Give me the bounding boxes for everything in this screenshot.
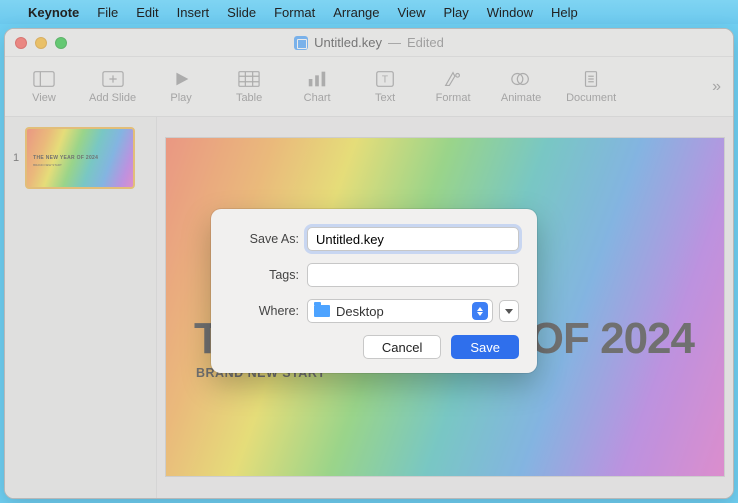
- toolbar-overflow-button[interactable]: »: [712, 78, 721, 96]
- document-name: Untitled.key: [314, 35, 382, 50]
- menu-play[interactable]: Play: [443, 5, 468, 20]
- format-icon: [442, 70, 464, 88]
- menu-slide[interactable]: Slide: [227, 5, 256, 20]
- menu-file[interactable]: File: [97, 5, 118, 20]
- toolbar-table-label: Table: [236, 92, 262, 104]
- menu-edit[interactable]: Edit: [136, 5, 158, 20]
- title-bar: Untitled.key — Edited: [5, 29, 733, 57]
- toolbar-text-label: Text: [375, 92, 395, 104]
- save-dialog: Save As: Tags: Where: Desktop Cancel Sav…: [211, 209, 537, 373]
- thumb-title: THE NEW YEAR OF 2024: [33, 155, 98, 161]
- toolbar-format-label: Format: [436, 92, 471, 104]
- window-controls: [15, 37, 67, 49]
- menu-bar: Keynote File Edit Insert Slide Format Ar…: [0, 0, 738, 24]
- menu-insert[interactable]: Insert: [177, 5, 210, 20]
- svg-text:T: T: [382, 74, 388, 85]
- chart-icon: [306, 70, 328, 88]
- slide-number: 1: [13, 152, 19, 164]
- where-value: Desktop: [336, 304, 384, 319]
- tags-input[interactable]: [307, 263, 519, 287]
- toolbar-view-label: View: [32, 92, 56, 104]
- menu-format[interactable]: Format: [274, 5, 315, 20]
- popup-arrows-icon: [472, 302, 488, 320]
- toolbar-chart[interactable]: Chart: [294, 70, 340, 104]
- cancel-button[interactable]: Cancel: [363, 335, 441, 359]
- toolbar-text[interactable]: T Text: [362, 70, 408, 104]
- menu-help[interactable]: Help: [551, 5, 578, 20]
- toolbar-document-label: Document: [566, 92, 616, 104]
- app-menu[interactable]: Keynote: [28, 5, 79, 20]
- toolbar-add-slide-label: Add Slide: [89, 92, 136, 104]
- thumb-subtitle: BRAND NEW START: [33, 163, 62, 167]
- toolbar-view[interactable]: View: [21, 70, 67, 104]
- toolbar-animate[interactable]: Animate: [498, 70, 544, 104]
- toolbar-chart-label: Chart: [304, 92, 331, 104]
- toolbar-add-slide[interactable]: Add Slide: [89, 70, 136, 104]
- toolbar-document[interactable]: Document: [566, 70, 616, 104]
- document-proxy-icon[interactable]: [294, 36, 308, 50]
- close-window-button[interactable]: [15, 37, 27, 49]
- slide-thumbnail-row[interactable]: 1 THE NEW YEAR OF 2024 BRAND NEW START: [13, 127, 148, 189]
- document-icon: [580, 70, 602, 88]
- where-label: Where:: [229, 304, 299, 318]
- menu-window[interactable]: Window: [487, 5, 533, 20]
- tags-label: Tags:: [229, 268, 299, 282]
- keynote-window: Untitled.key — Edited View Add Slide Pla…: [4, 28, 734, 499]
- play-icon: [170, 70, 192, 88]
- title-separator: —: [388, 35, 401, 50]
- text-icon: T: [374, 70, 396, 88]
- slide-thumbnail[interactable]: THE NEW YEAR OF 2024 BRAND NEW START: [25, 127, 135, 189]
- toolbar: View Add Slide Play Table Chart T Text F…: [5, 57, 733, 117]
- toolbar-play[interactable]: Play: [158, 70, 204, 104]
- zoom-window-button[interactable]: [55, 37, 67, 49]
- save-button[interactable]: Save: [451, 335, 519, 359]
- menu-arrange[interactable]: Arrange: [333, 5, 379, 20]
- document-status: Edited: [407, 35, 444, 50]
- toolbar-play-label: Play: [170, 92, 191, 104]
- expand-save-panel-button[interactable]: [499, 300, 519, 322]
- toolbar-table[interactable]: Table: [226, 70, 272, 104]
- slide-navigator: 1 THE NEW YEAR OF 2024 BRAND NEW START: [5, 117, 157, 498]
- toolbar-animate-label: Animate: [501, 92, 541, 104]
- animate-icon: [510, 70, 532, 88]
- menu-view[interactable]: View: [398, 5, 426, 20]
- folder-icon: [314, 305, 330, 317]
- save-as-label: Save As:: [229, 232, 299, 246]
- minimize-window-button[interactable]: [35, 37, 47, 49]
- view-icon: [33, 70, 55, 88]
- table-icon: [238, 70, 260, 88]
- window-title: Untitled.key — Edited: [294, 35, 444, 50]
- toolbar-format[interactable]: Format: [430, 70, 476, 104]
- add-slide-icon: [102, 70, 124, 88]
- where-popup[interactable]: Desktop: [307, 299, 493, 323]
- save-as-input[interactable]: [307, 227, 519, 251]
